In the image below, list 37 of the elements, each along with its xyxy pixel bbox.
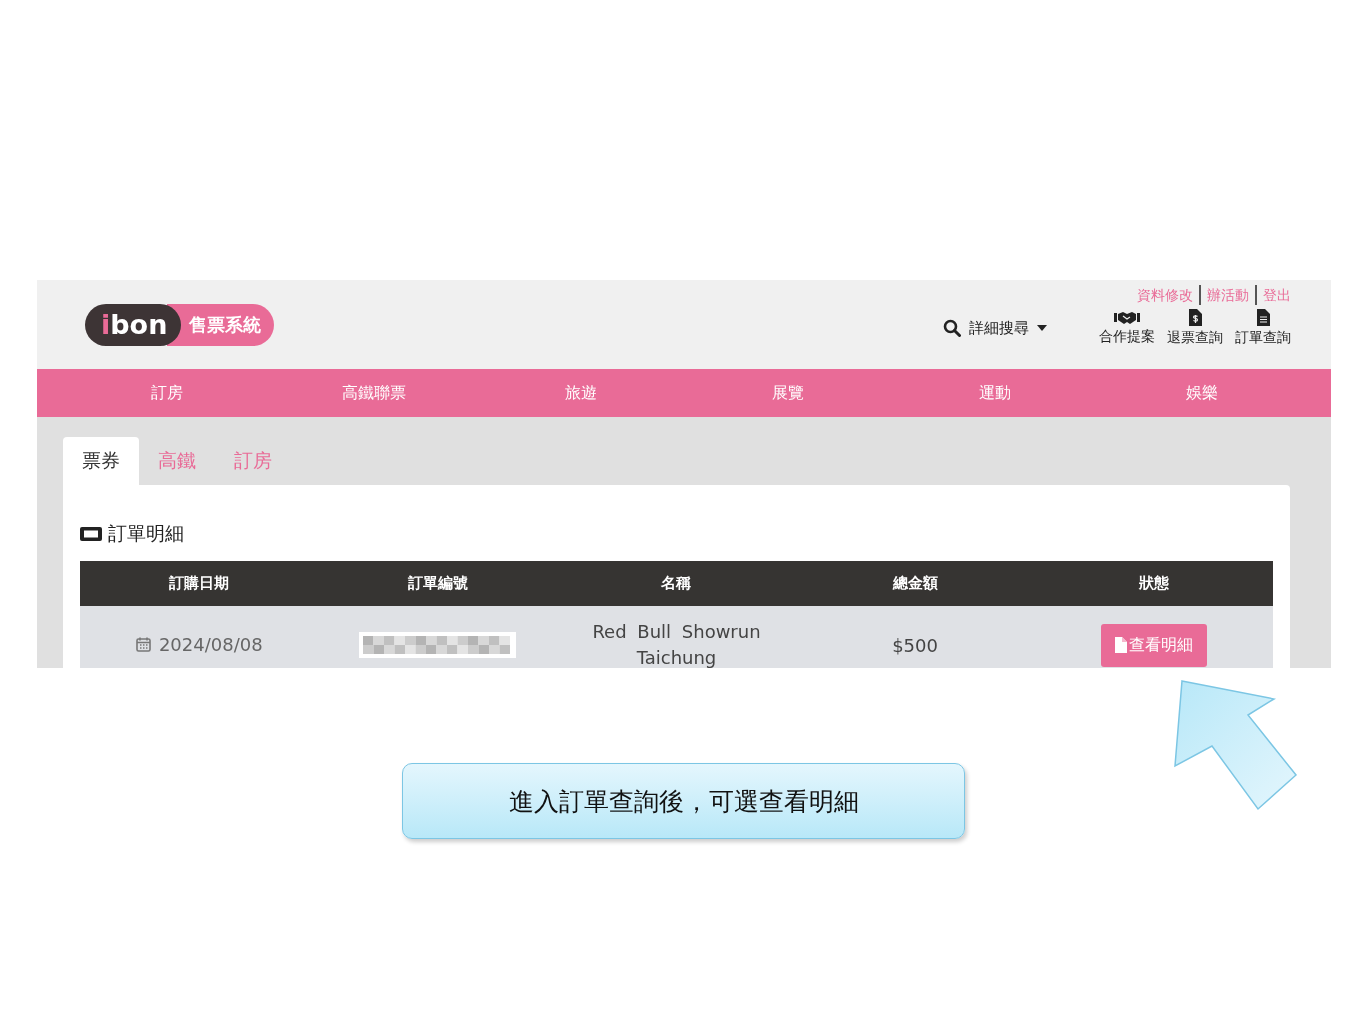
dollar-file-icon — [1188, 309, 1202, 326]
handshake-icon — [1114, 310, 1140, 325]
shortcut-link[interactable]: 訂單查詢 — [1235, 309, 1291, 347]
column-header: 名稱 — [557, 561, 796, 606]
advanced-search-button[interactable]: 詳細搜尋 — [943, 318, 1047, 338]
shortcut-link[interactable]: 退票查詢 — [1167, 309, 1223, 347]
category-link[interactable]: 旅遊 — [477, 369, 684, 417]
tab[interactable]: 票券 — [63, 437, 139, 485]
account-link[interactable]: 資料修改 — [1137, 285, 1201, 305]
order-amount: $500 — [892, 634, 938, 656]
column-header: 總金額 — [795, 561, 1035, 606]
category-link[interactable]: 高鐵聯票 — [270, 369, 477, 417]
category-link[interactable]: 訂房 — [63, 369, 270, 417]
tab[interactable]: 高鐵 — [139, 437, 215, 485]
category-link[interactable]: 展覽 — [684, 369, 891, 417]
tab[interactable]: 訂房 — [215, 437, 291, 485]
category-link[interactable]: 運動 — [891, 369, 1098, 417]
logo[interactable]: ibon 售票系統 — [85, 280, 275, 369]
column-header: 訂單編號 — [318, 561, 558, 606]
account-link[interactable]: 登出 — [1263, 285, 1291, 305]
column-header: 狀態 — [1034, 561, 1273, 606]
event-name: Red Bull Showrun Taichung — [591, 620, 762, 668]
document-icon — [1256, 309, 1270, 326]
account-link[interactable]: 辦活動 — [1207, 285, 1257, 305]
caption-text: 進入訂單查詢後，可選查看明細 — [508, 785, 859, 818]
search-icon — [943, 319, 961, 337]
section-title: 訂單明細 — [108, 521, 184, 546]
ticket-icon — [80, 527, 102, 541]
column-header: 訂購日期 — [80, 561, 319, 606]
brand-logo-text: ibon — [85, 303, 182, 346]
calendar-icon — [135, 637, 151, 652]
shortcut-link[interactable]: 合作提案 — [1099, 310, 1155, 346]
caret-icon — [1037, 325, 1047, 331]
order-date: 2024/08/08 — [135, 634, 263, 655]
document-icon — [1114, 637, 1127, 653]
view-details-button[interactable]: 查看明細 — [1100, 623, 1207, 667]
category-link[interactable]: 娛樂 — [1098, 369, 1305, 417]
